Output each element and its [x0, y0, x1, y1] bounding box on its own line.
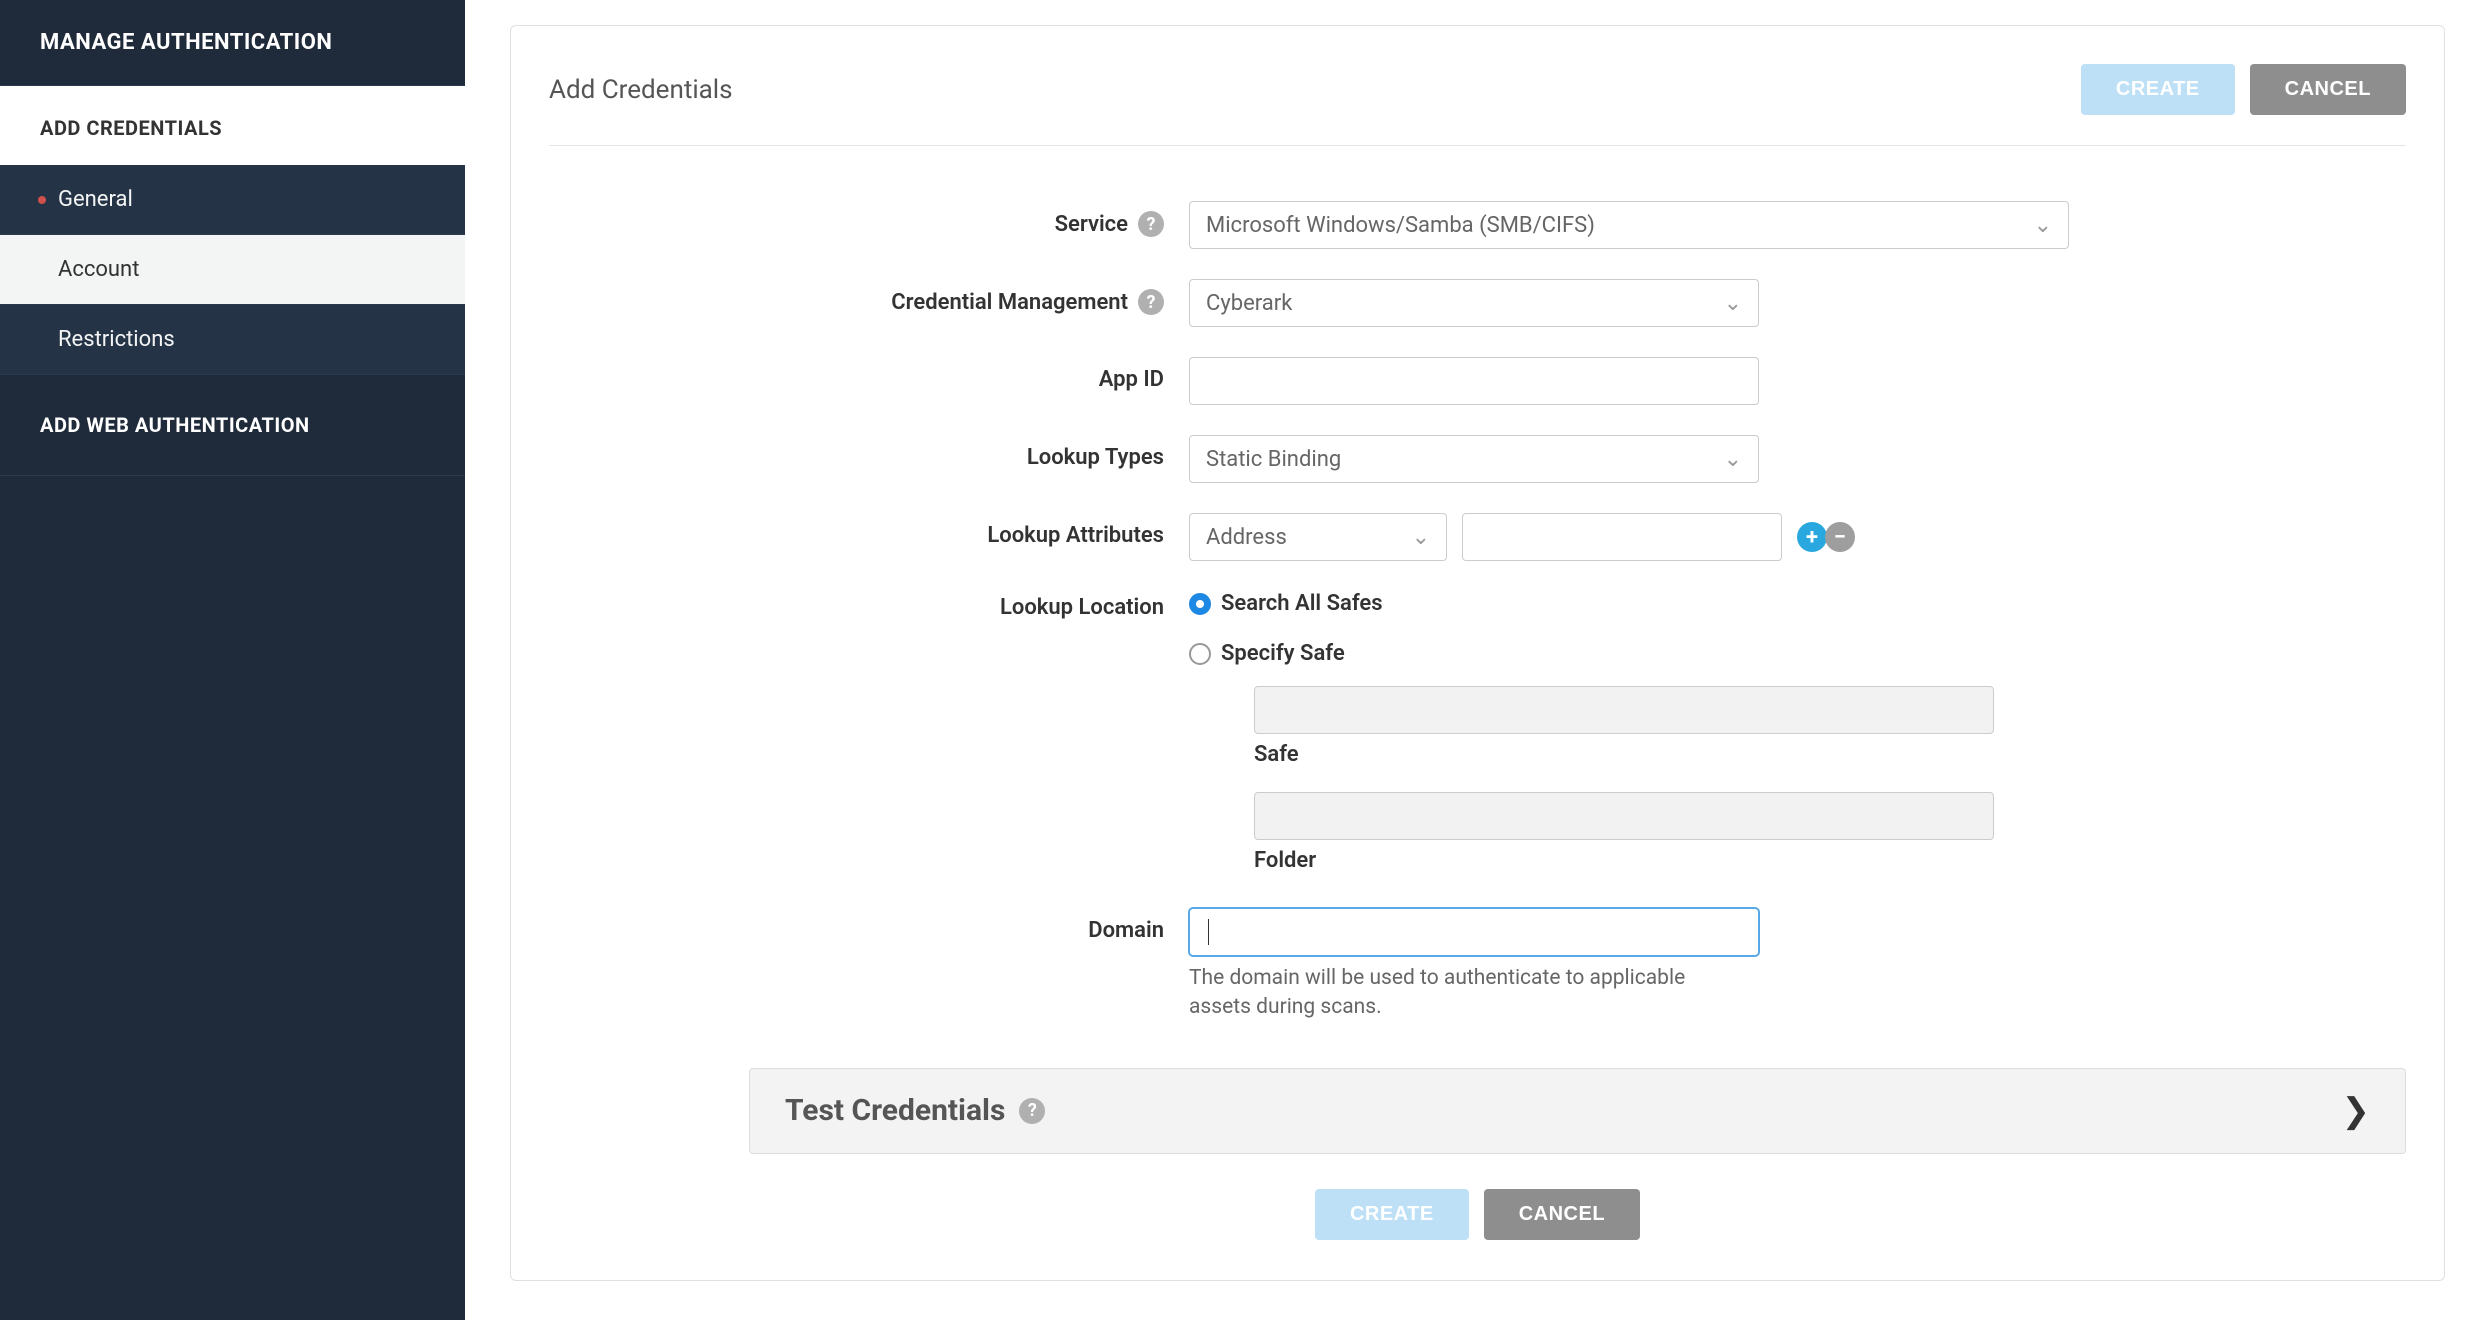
- create-button[interactable]: CREATE: [2081, 64, 2235, 115]
- sidebar-item-account[interactable]: Account: [0, 235, 465, 305]
- page-title: Add Credentials: [549, 75, 733, 105]
- sidebar-item-label: Restrictions: [58, 327, 175, 352]
- sidebar-section-add-credentials: ADD CREDENTIALS: [0, 86, 465, 165]
- header-buttons: CREATE CANCEL: [2081, 64, 2406, 115]
- service-select[interactable]: Microsoft Windows/Samba (SMB/CIFS) ⌄: [1189, 201, 2069, 249]
- app-id-input[interactable]: [1189, 357, 1759, 405]
- lookup-location-label: Lookup Location: [1000, 595, 1164, 620]
- lookup-types-select[interactable]: Static Binding ⌄: [1189, 435, 1759, 483]
- test-credentials-title: Test Credentials: [785, 1093, 1005, 1128]
- status-dot-icon: [38, 196, 46, 204]
- radio-label: Search All Safes: [1221, 591, 1383, 616]
- app-id-label: App ID: [1099, 367, 1164, 392]
- radio-icon: [1189, 643, 1211, 665]
- radio-search-all-safes[interactable]: Search All Safes: [1189, 591, 1383, 616]
- help-icon[interactable]: ?: [1138, 211, 1164, 237]
- add-credentials-card: Add Credentials CREATE CANCEL Service ? …: [510, 25, 2445, 1281]
- domain-label: Domain: [1088, 918, 1164, 943]
- folder-sublabel: Folder: [1254, 848, 1994, 873]
- help-icon[interactable]: ?: [1138, 289, 1164, 315]
- help-icon[interactable]: ?: [1019, 1098, 1045, 1124]
- test-credentials-panel[interactable]: Test Credentials ? ❯: [749, 1068, 2406, 1154]
- lookup-attribute-key-select[interactable]: Address ⌄: [1189, 513, 1447, 561]
- add-attribute-button[interactable]: +: [1797, 522, 1827, 552]
- chevron-right-icon: ❯: [2342, 1091, 2371, 1131]
- footer-buttons: CREATE CANCEL: [549, 1189, 2406, 1240]
- lookup-types-label: Lookup Types: [1027, 445, 1164, 470]
- radio-icon: [1189, 593, 1211, 615]
- credential-management-label: Credential Management: [891, 290, 1128, 315]
- row-lookup-types: Lookup Types Static Binding ⌄: [549, 435, 2406, 483]
- sidebar-section-add-web-auth[interactable]: ADD WEB AUTHENTICATION: [0, 375, 465, 476]
- row-credential-management: Credential Management ? Cyberark ⌄: [549, 279, 2406, 327]
- domain-help-text: The domain will be used to authenticate …: [1189, 964, 1749, 1023]
- row-lookup-attributes: Lookup Attributes Address ⌄ + −: [549, 513, 2406, 561]
- chevron-down-icon: ⌄: [2034, 213, 2052, 238]
- safe-input: [1254, 686, 1994, 734]
- chevron-down-icon: ⌄: [1412, 525, 1430, 550]
- lookup-attribute-key-value: Address: [1206, 525, 1287, 550]
- service-label: Service: [1055, 212, 1128, 237]
- folder-input: [1254, 792, 1994, 840]
- credential-management-select[interactable]: Cyberark ⌄: [1189, 279, 1759, 327]
- safe-sublabel: Safe: [1254, 742, 1994, 767]
- chevron-down-icon: ⌄: [1724, 291, 1742, 316]
- add-remove-controls: + −: [1797, 522, 1855, 552]
- service-value: Microsoft Windows/Samba (SMB/CIFS): [1206, 213, 1595, 238]
- sidebar-item-label: General: [58, 187, 133, 212]
- row-app-id: App ID: [549, 357, 2406, 405]
- main-content: Add Credentials CREATE CANCEL Service ? …: [465, 0, 2490, 1320]
- domain-input[interactable]: [1189, 908, 1759, 956]
- form: Service ? Microsoft Windows/Samba (SMB/C…: [549, 201, 2406, 1240]
- lookup-attribute-value-input[interactable]: [1462, 513, 1782, 561]
- radio-specify-safe[interactable]: Specify Safe: [1189, 641, 1345, 666]
- sidebar-item-label: Account: [58, 257, 139, 282]
- radio-label: Specify Safe: [1221, 641, 1345, 666]
- sidebar-header: MANAGE AUTHENTICATION: [0, 0, 465, 86]
- credential-management-value: Cyberark: [1206, 291, 1292, 316]
- cancel-button[interactable]: CANCEL: [2250, 64, 2406, 115]
- row-lookup-location: Lookup Location Search All Safes Specify…: [549, 591, 2406, 873]
- sidebar-item-restrictions[interactable]: Restrictions: [0, 305, 465, 375]
- card-header: Add Credentials CREATE CANCEL: [549, 64, 2406, 146]
- text-cursor-icon: [1208, 919, 1209, 945]
- cancel-button-footer[interactable]: CANCEL: [1484, 1189, 1640, 1240]
- sidebar: MANAGE AUTHENTICATION ADD CREDENTIALS Ge…: [0, 0, 465, 1320]
- chevron-down-icon: ⌄: [1724, 447, 1742, 472]
- row-domain: Domain The domain will be used to authen…: [549, 908, 2406, 1023]
- lookup-attributes-label: Lookup Attributes: [987, 523, 1164, 548]
- remove-attribute-button[interactable]: −: [1825, 522, 1855, 552]
- row-service: Service ? Microsoft Windows/Samba (SMB/C…: [549, 201, 2406, 249]
- sidebar-item-general[interactable]: General: [0, 165, 465, 235]
- lookup-types-value: Static Binding: [1206, 447, 1341, 472]
- create-button-footer[interactable]: CREATE: [1315, 1189, 1469, 1240]
